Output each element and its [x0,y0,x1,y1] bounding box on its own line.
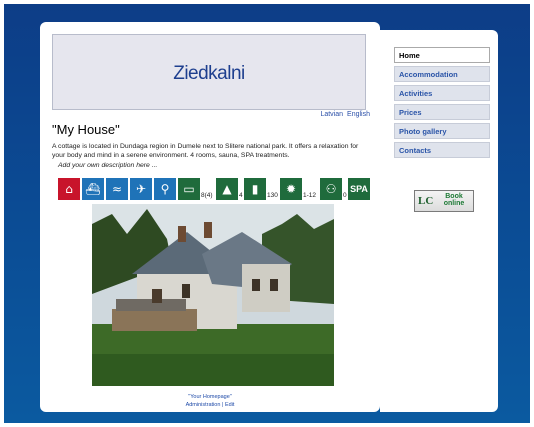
house-icon: ⌂ [58,178,80,200]
book-online-label: Book online [435,193,473,207]
lang-english-link[interactable]: English [347,111,370,118]
people-icon: ⚇ [320,178,342,200]
description-placeholder: Add your own description here ... [58,162,158,169]
spa-icon: SPA [348,178,370,200]
sun-icon: ✹ [280,178,302,200]
bed-count: 8(4) [201,192,213,199]
bicycle-icon: ⚲ [154,178,176,200]
surf-icon: ≈ [106,178,128,200]
admin-link[interactable]: Administration [186,402,221,408]
lang-latvian-link[interactable]: Latvian [320,111,343,118]
boat-icon: ⛴ [82,178,104,200]
book-online-button[interactable]: LC Book online [414,190,474,212]
distance-count: 130 [267,192,278,199]
homepage-link[interactable]: "Your Homepage" [40,394,380,400]
house-photo [92,204,334,386]
distance-icon: ▮ [244,178,266,200]
lake-count: 4 [239,192,243,199]
page-title: "My House" [52,122,120,137]
nav-item-photo-gallery[interactable]: Photo gallery [394,123,490,139]
nav-item-accommodation[interactable]: Accommodation [394,66,490,82]
people-count: 0 [343,192,347,199]
header-banner: Ziedkalni [52,34,366,110]
nav-item-activities[interactable]: Activities [394,85,490,101]
bird-icon: ✈ [130,178,152,200]
language-switcher: Latvian English [300,111,370,118]
edit-link[interactable]: Edit [225,402,234,408]
footer-separator: | [221,402,224,408]
main-navigation: Home Accommodation Activities Prices Pho… [394,47,490,161]
nav-item-contacts[interactable]: Contacts [394,142,490,158]
lake-icon: ▲ [216,178,238,200]
footer-admin-bar: Administration | Edit [40,402,380,408]
page-description: A cottage is located in Dundaga region i… [52,143,359,159]
book-label-line1: Book [445,193,463,200]
site-title: Ziedkalni [173,63,245,84]
booking-logo-icon: LC [418,195,434,207]
nav-item-home[interactable]: Home [394,47,490,63]
bed-icon: ▭ [178,178,200,200]
nav-item-prices[interactable]: Prices [394,104,490,120]
season-count: 1-12 [303,192,317,199]
amenity-icon-row: ⌂ ⛴ ≈ ✈ ⚲ ▭ 8(4) ▲ 4 ▮ 130 ✹ 1-12 ⚇ 0 SP… [58,178,370,202]
book-label-line2: online [443,200,465,207]
